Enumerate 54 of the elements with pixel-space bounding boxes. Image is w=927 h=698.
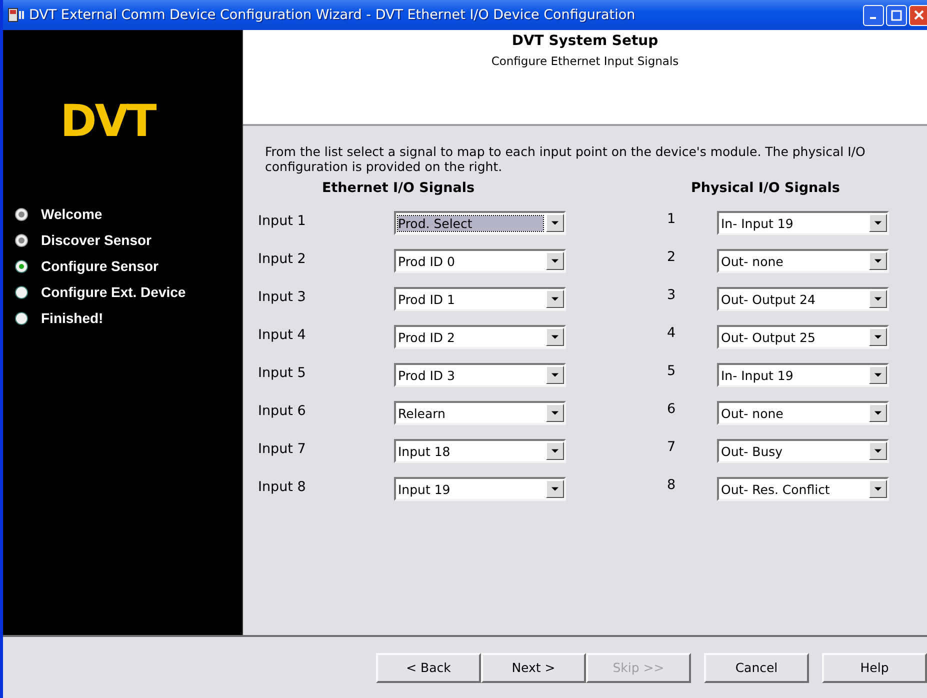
dropdown[interactable]: Out- Output 25 [717,325,889,349]
step-label: Discover Sensor [41,232,152,248]
app-icon [8,8,24,22]
step-label: Configure Ext. Device [41,284,186,300]
dropdown[interactable]: Input 19 [394,477,566,501]
input-label: Input 1 [258,213,307,229]
dropdown[interactable]: Input 18 [394,439,566,463]
dropdown[interactable]: Prod ID 2 [394,325,566,349]
input-label: Input 5 [258,365,307,381]
wizard-button[interactable]: Next > [481,652,586,682]
header-subtitle: Configure Ethernet Input Signals [491,54,679,68]
window-title: DVT External Comm Device Configuration Wizard - DVT Ethernet I/O Device Configuration [29,7,636,23]
logo: DVT [60,100,155,144]
dropdown[interactable]: Out- none [717,401,889,425]
point-number: 3 [667,287,677,303]
input-label: Input 3 [258,289,307,305]
step-label: Finished! [41,310,104,326]
point-number: 2 [667,249,677,265]
step-label: Configure Sensor [41,258,158,274]
minimize-button[interactable] [863,4,884,26]
dropdown[interactable]: Out- Res. Conflict [717,477,889,501]
close-button[interactable] [909,4,927,26]
input-label: Input 2 [258,251,307,267]
point-number: 5 [667,363,677,379]
maximize-button[interactable] [886,4,907,26]
wizard-button[interactable]: Cancel [704,652,809,682]
point-number: 6 [667,401,677,417]
point-number: 4 [667,325,677,341]
input-label: Input 7 [258,441,307,457]
instructions-text: From the list select a signal to map to each input point on the device's module. The physical I/O configuration is provided on the right. [265,144,866,174]
dropdown[interactable]: Out- Busy [717,439,889,463]
input-label: Input 4 [258,327,307,343]
dropdown[interactable]: Out- Output 24 [717,287,889,311]
point-number: 8 [667,477,677,493]
dropdown[interactable]: Prod. Select [394,211,566,235]
column-heading: Physical I/O Signals [691,180,841,196]
step-label: Welcome [41,206,102,222]
header-title: DVT System Setup [512,32,658,51]
maximize-icon[interactable] [891,10,902,20]
column-heading: Ethernet I/O Signals [322,180,476,196]
input-label: Input 6 [258,403,307,419]
dropdown[interactable]: In- Input 19 [717,211,889,235]
dropdown[interactable]: Prod ID 3 [394,363,566,387]
point-number: 7 [667,439,677,455]
dropdown[interactable]: Relearn [394,401,566,425]
wizard-button[interactable]: < Back [376,652,481,682]
dropdown[interactable]: Prod ID 1 [394,287,566,311]
point-number: 1 [667,211,677,227]
input-label: Input 8 [258,479,307,495]
wizard-button[interactable]: Help [822,652,927,682]
dropdown[interactable]: Prod ID 0 [394,249,566,273]
dropdown[interactable]: In- Input 19 [717,363,889,387]
dropdown[interactable]: Out- none [717,249,889,273]
close-icon[interactable] [914,10,924,20]
